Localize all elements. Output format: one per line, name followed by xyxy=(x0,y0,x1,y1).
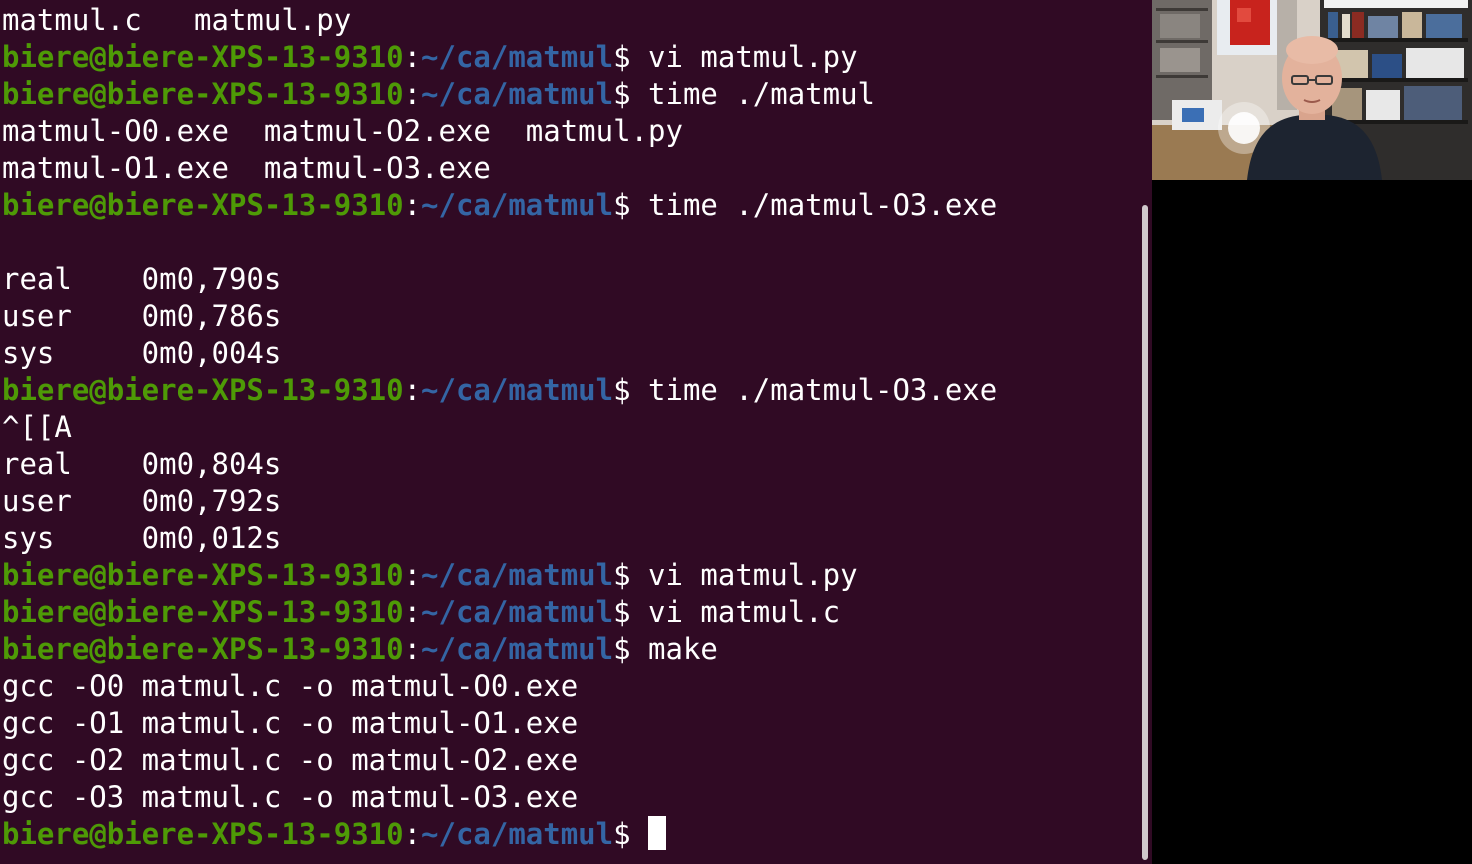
output-line: gcc -O1 matmul.c -o matmul-O1.exe xyxy=(2,706,579,740)
prompt-user-host: biere@biere-XPS-13-9310 xyxy=(2,558,404,592)
output-line: gcc -O0 matmul.c -o matmul-O0.exe xyxy=(2,669,579,703)
output-line: sys 0m0,004s xyxy=(2,336,282,370)
empty-panel xyxy=(1152,180,1472,864)
prompt-colon: : xyxy=(403,373,422,407)
webcam-image xyxy=(1152,0,1472,180)
output-line: matmul-O1.exe matmul-O3.exe xyxy=(2,151,491,185)
prompt-dollar: $ xyxy=(613,595,631,629)
prompt-user-host: biere@biere-XPS-13-9310 xyxy=(2,77,404,111)
webcam-video xyxy=(1152,0,1472,180)
prompt-line: biere@biere-XPS-13-9310:~/ca/matmul$ tim… xyxy=(2,76,997,113)
output-line: matmul.c matmul.py xyxy=(2,3,352,37)
prompt-line: biere@biere-XPS-13-9310:~/ca/matmul$ tim… xyxy=(2,372,997,409)
prompt-line: biere@biere-XPS-13-9310:~/ca/matmul$ vi … xyxy=(2,594,997,631)
prompt-user-host: biere@biere-XPS-13-9310 xyxy=(2,40,404,74)
output-line: gcc -O3 matmul.c -o matmul-O3.exe xyxy=(2,780,579,814)
prompt-colon: : xyxy=(403,40,422,74)
prompt-user-host: biere@biere-XPS-13-9310 xyxy=(2,188,404,222)
prompt-line: biere@biere-XPS-13-9310:~/ca/matmul$ xyxy=(2,816,997,853)
command-text xyxy=(631,817,648,851)
prompt-line: biere@biere-XPS-13-9310:~/ca/matmul$ vi … xyxy=(2,557,997,594)
command-text: time ./matmul-O3.exe xyxy=(630,373,998,407)
prompt-line: biere@biere-XPS-13-9310:~/ca/matmul$ mak… xyxy=(2,631,997,668)
command-text: vi matmul.py xyxy=(630,40,858,74)
prompt-dollar: $ xyxy=(613,188,631,222)
output-line: user 0m0,786s xyxy=(2,299,282,333)
prompt-path: ~/ca/matmul xyxy=(421,77,614,111)
prompt-user-host: biere@biere-XPS-13-9310 xyxy=(2,373,404,407)
prompt-dollar: $ xyxy=(613,817,631,851)
prompt-user-host: biere@biere-XPS-13-9310 xyxy=(2,632,404,666)
command-text: time ./matmul-O3.exe xyxy=(630,188,998,222)
prompt-dollar: $ xyxy=(613,373,631,407)
command-text: make xyxy=(630,632,718,666)
terminal-scrollbar-thumb[interactable] xyxy=(1142,205,1148,860)
terminal-cursor xyxy=(648,816,667,850)
prompt-dollar: $ xyxy=(613,558,631,592)
prompt-path: ~/ca/matmul xyxy=(421,817,614,851)
terminal-window[interactable]: matmul.c matmul.py biere@biere-XPS-13-931… xyxy=(0,0,1152,864)
screen: matmul.c matmul.py biere@biere-XPS-13-931… xyxy=(0,0,1472,864)
prompt-dollar: $ xyxy=(613,77,631,111)
prompt-path: ~/ca/matmul xyxy=(421,188,614,222)
prompt-path: ~/ca/matmul xyxy=(421,40,614,74)
terminal-output: matmul.c matmul.py biere@biere-XPS-13-931… xyxy=(2,2,997,853)
output-line: ^[[A xyxy=(2,410,72,444)
prompt-line: biere@biere-XPS-13-9310:~/ca/matmul$ tim… xyxy=(2,187,997,224)
prompt-path: ~/ca/matmul xyxy=(421,558,614,592)
prompt-colon: : xyxy=(403,188,422,222)
command-text: time ./matmul xyxy=(630,77,876,111)
prompt-colon: : xyxy=(403,558,422,592)
output-line: user 0m0,792s xyxy=(2,484,282,518)
output-line: gcc -O2 matmul.c -o matmul-O2.exe xyxy=(2,743,579,777)
command-text: vi matmul.py xyxy=(630,558,858,592)
prompt-colon: : xyxy=(403,595,422,629)
output-line: matmul-O0.exe matmul-O2.exe matmul.py xyxy=(2,114,683,148)
prompt-line: biere@biere-XPS-13-9310:~/ca/matmul$ vi … xyxy=(2,39,997,76)
prompt-colon: : xyxy=(403,817,422,851)
output-line: sys 0m0,012s xyxy=(2,521,282,555)
output-line: real 0m0,804s xyxy=(2,447,282,481)
prompt-user-host: biere@biere-XPS-13-9310 xyxy=(2,817,404,851)
output-line: real 0m0,790s xyxy=(2,262,282,296)
prompt-path: ~/ca/matmul xyxy=(421,373,614,407)
prompt-path: ~/ca/matmul xyxy=(421,632,614,666)
prompt-path: ~/ca/matmul xyxy=(421,595,614,629)
prompt-dollar: $ xyxy=(613,40,631,74)
prompt-colon: : xyxy=(403,77,422,111)
prompt-colon: : xyxy=(403,632,422,666)
prompt-dollar: $ xyxy=(613,632,631,666)
prompt-user-host: biere@biere-XPS-13-9310 xyxy=(2,595,404,629)
command-text: vi matmul.c xyxy=(630,595,841,629)
